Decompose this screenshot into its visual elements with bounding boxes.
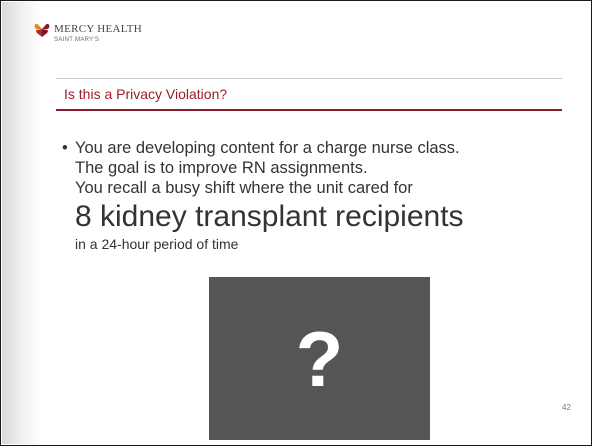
body-line-2: The goal is to improve RN assignments. <box>75 159 368 177</box>
question-placeholder-box: ? <box>209 277 430 440</box>
logo-name: MERCY HEALTH <box>54 23 143 35</box>
question-mark: ? <box>295 314 344 403</box>
heart-logo-icon <box>34 23 50 37</box>
emphasis-line: 8 kidney transplant recipients <box>75 200 464 233</box>
logo-subtitle: SAINT MARY'S <box>54 37 100 43</box>
left-shade-decoration <box>2 2 42 444</box>
header-divider-bottom <box>56 109 562 111</box>
body-line-1: You are developing content for a charge … <box>75 139 460 157</box>
header-divider-top <box>56 78 562 79</box>
body-line-3: You recall a busy shift where the unit c… <box>75 179 413 197</box>
slide: MERCY HEALTH SAINT MARY'S Is this a Priv… <box>0 0 592 446</box>
bullet-marker: • <box>62 139 68 157</box>
page-number: 42 <box>562 403 571 412</box>
bullet-item: • You are developing content for a charg… <box>60 138 560 158</box>
slide-body: • You are developing content for a charg… <box>60 138 560 253</box>
trailing-line: in a 24-hour period of time <box>75 236 239 252</box>
slide-title: Is this a Privacy Violation? <box>64 86 228 102</box>
